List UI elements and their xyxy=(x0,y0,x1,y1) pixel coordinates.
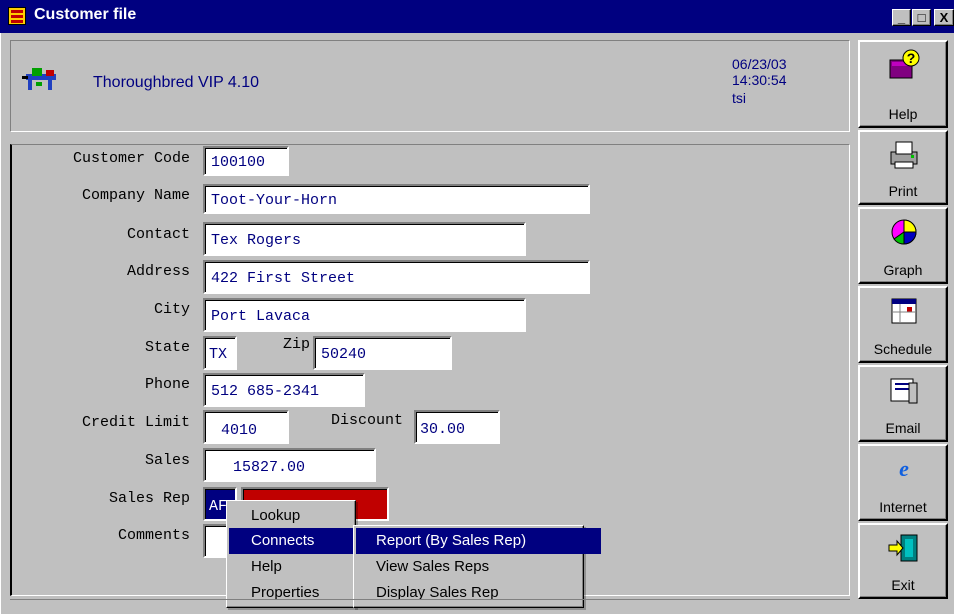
connects-submenu: Report (By Sales Rep) View Sales Reps Di… xyxy=(353,525,601,608)
credit-limit-field[interactable]: 4010 xyxy=(203,410,289,444)
state-field[interactable]: TX xyxy=(203,336,237,370)
mail-icon xyxy=(890,378,918,404)
header-time: 14:30:54 xyxy=(732,72,787,88)
exit-toolbar-button[interactable]: Exit xyxy=(858,523,948,599)
window-title: Customer file xyxy=(34,6,137,23)
schedule-toolbar-label: Schedule xyxy=(873,341,933,357)
email-toolbar-button[interactable]: Email xyxy=(858,365,948,442)
maximize-icon: □ xyxy=(917,10,926,25)
pie-chart-icon xyxy=(891,219,917,245)
phone-label: Phone xyxy=(144,376,190,393)
help-book-question-icon: ? xyxy=(889,49,920,79)
credit-limit-label: Credit Limit xyxy=(81,414,190,431)
submenu-item-report-by-sales-rep[interactable]: Report (By Sales Rep) xyxy=(356,528,601,554)
email-toolbar-label: Email xyxy=(885,420,921,436)
company-name-field[interactable]: Toot-Your-Horn xyxy=(203,184,590,214)
customer-code-label: Customer Code xyxy=(72,150,190,167)
print-toolbar-button[interactable]: Print xyxy=(858,130,948,205)
internet-toolbar-button[interactable]: e Internet xyxy=(858,444,948,521)
printer-icon xyxy=(890,141,918,169)
graph-toolbar-button[interactable]: Graph xyxy=(858,207,948,284)
title-bar[interactable]: Customer file _ □ X xyxy=(0,0,954,33)
calendar-icon xyxy=(891,298,917,324)
minimize-button[interactable]: _ xyxy=(892,9,911,26)
discount-label: Discount xyxy=(330,412,403,429)
sales-label: Sales xyxy=(144,452,190,469)
status-bar xyxy=(10,599,850,614)
sales-rep-label: Sales Rep xyxy=(108,490,190,507)
sales-field[interactable]: 15827.00 xyxy=(203,448,376,482)
submenu-item-view-sales-reps[interactable]: View Sales Reps xyxy=(356,554,601,580)
customer-code-field[interactable]: 100100 xyxy=(203,146,289,176)
context-menu: Lookup Connects ▶ Help Properties xyxy=(226,500,375,608)
city-label: City xyxy=(153,301,190,318)
internet-explorer-icon: e xyxy=(899,456,909,481)
address-label: Address xyxy=(126,263,190,280)
print-toolbar-label: Print xyxy=(888,183,918,199)
maximize-button[interactable]: □ xyxy=(912,9,931,26)
help-toolbar-label: Help xyxy=(888,106,918,122)
app-name: Thoroughbred VIP 4.10 xyxy=(93,74,260,91)
contact-field[interactable]: Tex Rogers xyxy=(203,222,526,256)
internet-toolbar-label: Internet xyxy=(879,499,927,515)
comments-label: Comments xyxy=(117,527,190,544)
menu-item-connects-label: Connects xyxy=(251,532,315,549)
graph-toolbar-label: Graph xyxy=(883,262,923,278)
schedule-toolbar-button[interactable]: Schedule xyxy=(858,286,948,363)
state-label: State xyxy=(144,339,190,356)
address-field[interactable]: 422 First Street xyxy=(203,260,590,294)
running-horse-icon xyxy=(22,68,56,90)
close-icon: X xyxy=(939,10,949,25)
discount-field[interactable]: 30.00 xyxy=(414,410,500,444)
help-toolbar-button[interactable]: ? Help xyxy=(858,40,948,128)
zip-label: Zip xyxy=(282,336,310,353)
zip-field[interactable]: 50240 xyxy=(313,336,452,370)
city-field[interactable]: Port Lavaca xyxy=(203,298,526,332)
company-name-label: Company Name xyxy=(81,187,190,204)
minimize-icon: _ xyxy=(897,10,906,25)
svg-text:e: e xyxy=(899,456,909,481)
phone-field[interactable]: 512 685-2341 xyxy=(203,373,365,407)
exit-door-icon xyxy=(888,534,918,562)
svg-text:?: ? xyxy=(907,50,916,66)
app-window-icon[interactable] xyxy=(8,7,26,25)
header-user: tsi xyxy=(732,90,746,106)
close-button[interactable]: X xyxy=(934,9,954,26)
exit-toolbar-label: Exit xyxy=(891,577,915,593)
header-date: 06/23/03 xyxy=(732,56,787,72)
contact-label: Contact xyxy=(126,226,190,243)
